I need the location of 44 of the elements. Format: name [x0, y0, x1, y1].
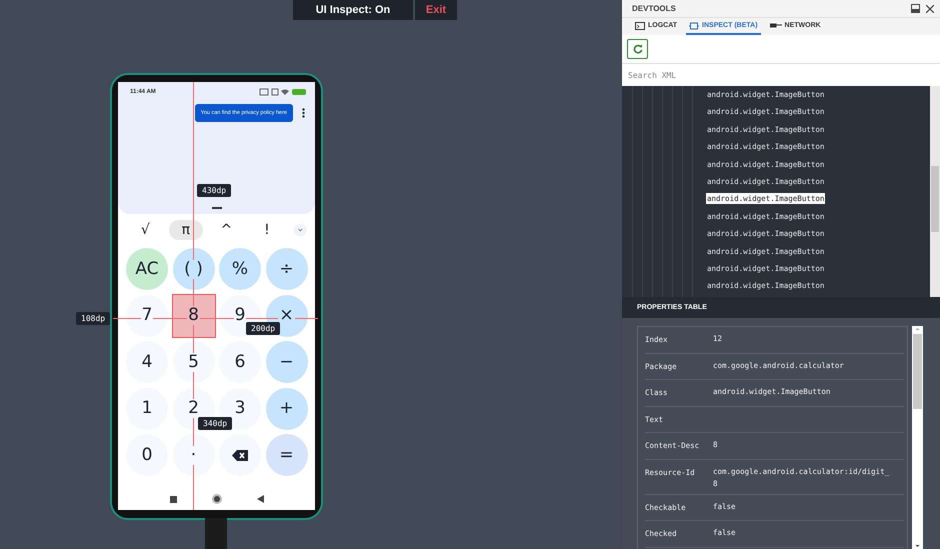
calculator-key[interactable]: ( ) — [172, 248, 214, 290]
calculator-key[interactable]: 1 — [126, 388, 168, 430]
home-icon[interactable] — [212, 494, 222, 504]
panel-title: DEVTOOLS — [632, 4, 676, 13]
distance-label: 200dp — [246, 322, 280, 335]
exit-button[interactable]: Exit — [415, 0, 457, 20]
scrollbar[interactable] — [912, 326, 923, 549]
inspect-icon — [689, 22, 700, 30]
calculator-key[interactable]: 7 — [126, 294, 168, 336]
distance-label: 430dp — [197, 184, 232, 197]
back-icon[interactable] — [256, 495, 264, 503]
scientific-key[interactable]: ^ — [209, 220, 244, 240]
calculator-key[interactable]: 6 — [219, 341, 261, 383]
distance-label: 340dp — [198, 417, 232, 430]
scientific-key[interactable]: √ — [128, 220, 163, 240]
calculator-key[interactable]: 8 — [172, 294, 214, 336]
minimize-icon[interactable] — [911, 4, 920, 13]
calculator-key[interactable]: AC — [126, 248, 168, 290]
status-icons — [259, 88, 309, 96]
more-options-icon[interactable] — [302, 108, 305, 118]
calculator-key[interactable]: 0 — [126, 434, 168, 476]
scientific-key[interactable]: ! — [250, 220, 284, 240]
calculator-key[interactable]: 4 — [126, 341, 168, 383]
refresh-button[interactable] — [627, 39, 648, 59]
network-icon — [770, 22, 782, 29]
terminal-icon — [635, 22, 645, 30]
calculator-key[interactable]: = — [266, 434, 308, 476]
scientific-key[interactable]: π — [168, 220, 204, 240]
recents-icon[interactable] — [170, 496, 176, 502]
scrollbar[interactable] — [930, 86, 940, 297]
search-field[interactable]: Search XML — [622, 64, 940, 86]
drag-handle[interactable] — [212, 207, 222, 209]
calculator-key[interactable]: 5 — [172, 341, 214, 383]
calculator-key[interactable]: ÷ — [266, 248, 308, 290]
calculator-key[interactable]: · — [172, 434, 214, 476]
calculator-key[interactable]: % — [219, 248, 261, 290]
calculator-key[interactable]: − — [266, 341, 308, 383]
distance-label: 108dp — [76, 312, 110, 325]
calculator-key[interactable] — [219, 434, 261, 476]
backspace-icon — [232, 450, 248, 460]
inspect-status: UI Inspect: On — [293, 0, 413, 20]
refresh-icon — [632, 44, 642, 54]
calculator-key[interactable]: + — [266, 388, 308, 430]
close-icon[interactable] — [926, 4, 934, 12]
